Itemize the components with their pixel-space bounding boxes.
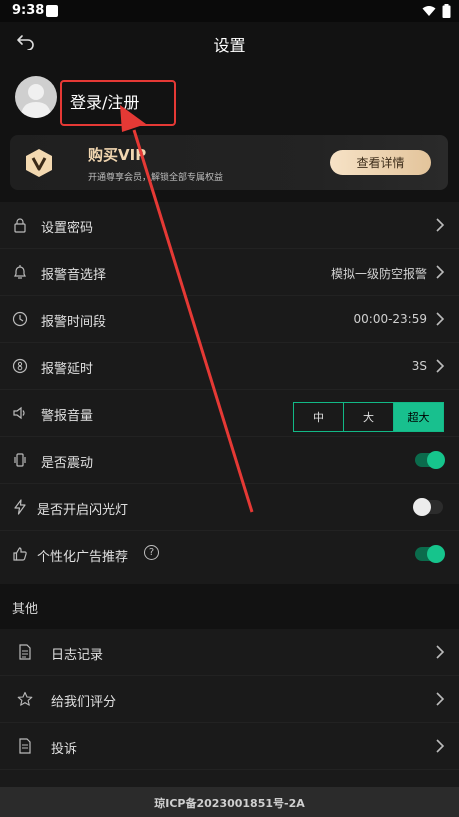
setting-vibrate[interactable]: 是否震动 [0,437,459,484]
document-icon [19,644,31,660]
toggle-knob [427,451,445,469]
clock-icon [12,311,28,327]
setting-alarm-period-value: 00:00-23:59 [353,312,428,326]
chevron-right-icon [436,359,445,373]
wifi-icon [422,6,436,16]
page-title: 设置 [213,36,246,55]
report-icon [19,738,31,754]
other-section-title: 其他 [12,602,39,617]
setting-alarm-delay[interactable]: 报警延时 3S [0,343,459,390]
flash-icon [14,499,26,515]
volume-option-medium[interactable]: 中 [293,402,344,432]
profile-section[interactable]: 登录/注册 [0,62,459,132]
flashlight-toggle[interactable] [413,498,443,516]
status-icons [422,4,451,18]
icp-number: 琼ICP备2023001851号-2A [154,797,305,810]
setting-flashlight-label: 是否开启闪光灯 [37,503,129,518]
toggle-knob [427,545,445,563]
list-item-rate-us[interactable]: 给我们评分 [0,676,459,723]
personalized-ads-toggle[interactable] [415,545,445,563]
vibrate-icon [14,453,26,467]
chevron-right-icon [436,739,445,753]
vip-subtitle: 开通尊享会员，解锁全部专属权益 [88,173,224,183]
chevron-right-icon [436,312,445,326]
setting-personalized-ads[interactable]: 个性化广告推荐 ? [0,531,459,578]
setting-alarm-delay-label: 报警延时 [41,362,94,377]
setting-vibrate-label: 是否震动 [41,456,94,471]
speaker-icon [13,406,25,420]
user-silhouette-icon [21,84,51,118]
thumbs-up-icon [13,547,27,561]
delay-icon [12,358,28,374]
other-list: 日志记录 给我们评分 投诉 [0,629,459,787]
vibrate-toggle[interactable] [415,451,445,469]
setting-alarm-sound[interactable]: 报警音选择 模拟一级防空报警 [0,249,459,296]
setting-alarm-volume-label: 警报音量 [41,409,94,424]
vip-details-button[interactable]: 查看详情 [330,150,431,175]
setting-personalized-ads-label: 个性化广告推荐 [37,550,129,565]
volume-option-loud[interactable]: 大 [343,402,394,432]
setting-alarm-delay-value: 3S [411,359,427,373]
setting-alarm-period[interactable]: 报警时间段 00:00-23:59 [0,296,459,343]
chevron-right-icon [436,265,445,279]
vip-diamond-icon [26,149,52,177]
settings-list: 设置密码 报警音选择 模拟一级防空报警 报警时间段 00:00-23:59 报警… [0,202,459,584]
help-icon[interactable]: ? [144,545,159,560]
bell-icon [14,265,26,279]
avatar[interactable] [15,76,57,118]
list-item-logs[interactable]: 日志记录 [0,629,459,676]
other-section-header: 其他 [0,584,459,629]
lock-icon [14,218,26,233]
chevron-right-icon [436,218,445,232]
status-bar: 9:38 [0,0,459,22]
setting-alarm-sound-value: 模拟一级防空报警 [330,267,427,281]
volume-segmented-control: 中 大 超大 [293,402,444,432]
annotation-highlight-box [60,80,176,126]
star-icon [17,691,33,706]
toggle-knob [413,498,431,516]
list-item-rate-us-label: 给我们评分 [51,695,117,710]
list-item-logs-label: 日志记录 [51,648,104,663]
footer: 琼ICP备2023001851号-2A [0,787,459,817]
chevron-right-icon [436,692,445,706]
vip-banner[interactable]: 购买VIP 开通尊享会员，解锁全部专属权益 查看详情 [10,135,448,190]
setting-alarm-sound-label: 报警音选择 [41,268,107,283]
app-header: 设置 [0,22,459,62]
battery-icon [442,4,451,18]
volume-option-extra-loud[interactable]: 超大 [393,402,444,432]
vip-title: 购买VIP [88,146,147,164]
setting-password[interactable]: 设置密码 [0,202,459,249]
setting-flashlight[interactable]: 是否开启闪光灯 [0,484,459,531]
list-item-complaint[interactable]: 投诉 [0,723,459,770]
notification-icon [46,5,58,17]
status-time: 9:38 [12,3,45,18]
list-item-complaint-label: 投诉 [51,742,78,757]
chevron-right-icon [436,645,445,659]
setting-password-label: 设置密码 [41,221,94,236]
setting-alarm-period-label: 报警时间段 [41,315,107,330]
